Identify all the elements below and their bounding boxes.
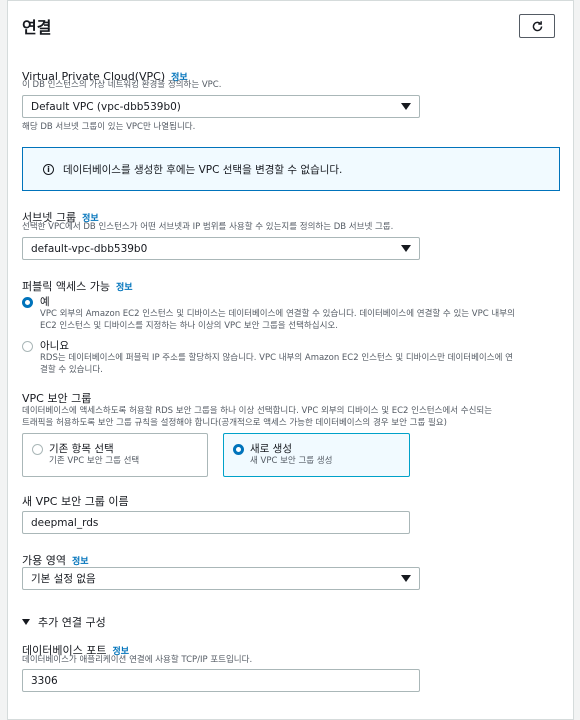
refresh-icon xyxy=(532,20,542,31)
security-group-label: VPC 보안 그룹 xyxy=(22,392,92,405)
sg-choose-existing-radio[interactable] xyxy=(32,444,43,455)
az-label: 가용 영역 xyxy=(22,554,66,567)
connectivity-panel: 연결 Virtual Private Cloud(VPC) 정보 이 DB 인스턴… xyxy=(7,0,574,720)
subnet-select[interactable]: default-vpc-dbb539b0 xyxy=(22,237,420,260)
public-access-label-row: 퍼블릭 액세스 가능 정보 xyxy=(22,275,133,294)
public-access-info-link[interactable]: 정보 xyxy=(116,283,133,293)
info-icon: i xyxy=(43,163,54,175)
subnet-selected-value: default-vpc-dbb539b0 xyxy=(31,242,148,255)
az-selected-value: 기본 설정 없음 xyxy=(31,573,96,585)
public-access-label: 퍼블릭 액세스 가능 xyxy=(22,280,110,293)
az-label-row: 가용 영역 정보 xyxy=(22,549,89,568)
sg-choose-existing-tile[interactable]: 기존 항목 선택 기존 VPC 보안 그룹 선택 xyxy=(22,433,208,477)
caret-down-icon xyxy=(22,619,30,625)
refresh-button[interactable] xyxy=(519,14,555,38)
dropdown-arrow-icon xyxy=(401,245,411,252)
sg-choose-existing-subtitle: 기존 VPC 보안 그룹 선택 xyxy=(49,456,140,466)
subnet-description: 선택한 VPC에서 DB 인스턴스가 어떤 서브넷과 IP 범위를 사용할 수 … xyxy=(22,222,394,232)
sg-create-new-title: 새로 생성 xyxy=(250,443,292,455)
security-group-desc-line1: 데이터베이스에 액세스하도록 허용할 RDS 보안 그룹을 하나 이상 선택합니… xyxy=(22,406,493,416)
new-sg-name-value: deepmal_rds xyxy=(31,516,99,529)
vpc-hint: 해당 DB 서브넷 그룹이 있는 VPC만 나열됩니다. xyxy=(22,122,196,132)
public-access-no-title: 아니요 xyxy=(40,340,69,352)
additional-config-toggle[interactable]: 추가 연결 구성 xyxy=(22,614,106,630)
sg-choose-existing-title: 기존 항목 선택 xyxy=(49,443,114,455)
public-access-no-radio[interactable] xyxy=(22,341,33,352)
section-title: 연결 xyxy=(22,18,52,37)
vpc-select[interactable]: Default VPC (vpc-dbb539b0) xyxy=(22,95,420,118)
additional-config-label: 추가 연결 구성 xyxy=(38,616,106,629)
security-group-desc-line2: 트래픽을 허용하도록 보안 그룹 규칙을 설정해야 합니다(공개적으로 액세스 … xyxy=(22,418,447,428)
sg-create-new-subtitle: 새 VPC 보안 그룹 생성 xyxy=(250,456,333,466)
dropdown-arrow-icon xyxy=(401,575,411,582)
vpc-info-alert: i 데이터베이스를 생성한 후에는 VPC 선택을 변경할 수 없습니다. xyxy=(22,147,560,191)
port-description: 데이터베이스가 애플리케이션 연결에 사용할 TCP/IP 포트입니다. xyxy=(22,655,253,665)
public-access-yes-desc-line2: EC2 인스턴스 및 디바이스를 지정하는 하나 이상의 VPC 보안 그룹을 … xyxy=(40,321,338,331)
public-access-yes-desc-line1: VPC 외부의 Amazon EC2 인스턴스 및 디바이스는 데이터베이스에 … xyxy=(40,309,515,319)
new-sg-name-input[interactable]: deepmal_rds xyxy=(22,511,410,534)
alert-text: 데이터베이스를 생성한 후에는 VPC 선택을 변경할 수 없습니다. xyxy=(63,163,343,176)
sg-create-new-tile[interactable]: 새로 생성 새 VPC 보안 그룹 생성 xyxy=(223,433,410,477)
vpc-description: 이 DB 인스턴스의 가상 네트워킹 환경을 정의하는 VPC. xyxy=(22,80,222,90)
sg-create-new-radio[interactable] xyxy=(233,444,244,455)
public-access-no-desc-line2: 결할 수 있습니다. xyxy=(40,365,103,375)
az-info-link[interactable]: 정보 xyxy=(72,557,89,567)
vpc-selected-value: Default VPC (vpc-dbb539b0) xyxy=(31,100,181,113)
port-value: 3306 xyxy=(31,674,58,687)
az-select[interactable]: 기본 설정 없음 xyxy=(22,567,420,590)
dropdown-arrow-icon xyxy=(401,103,411,110)
public-access-yes-title: 예 xyxy=(40,296,50,308)
port-input[interactable]: 3306 xyxy=(22,669,420,692)
new-sg-name-label: 새 VPC 보안 그룹 이름 xyxy=(22,495,129,508)
public-access-no-desc-line1: RDS는 데이터베이스에 퍼블릭 IP 주소를 할당하지 않습니다. VPC 내… xyxy=(40,353,513,363)
public-access-yes-radio[interactable] xyxy=(22,297,33,308)
